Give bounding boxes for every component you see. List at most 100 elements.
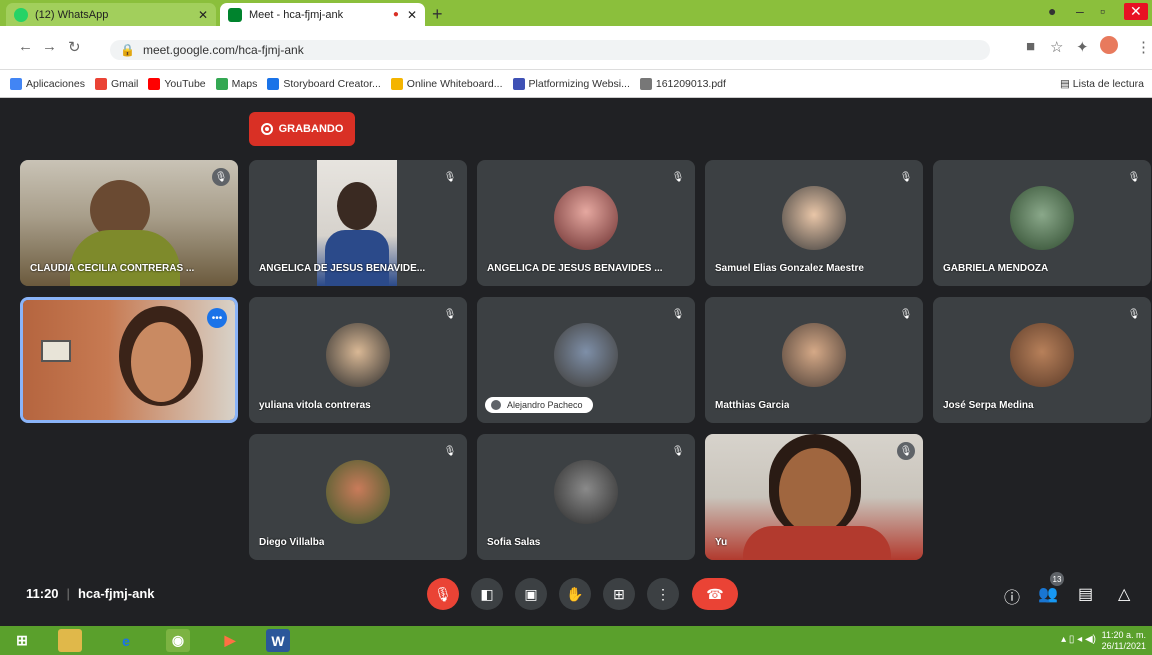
close-icon[interactable]: ✕	[407, 8, 417, 22]
reload-icon[interactable]: ↻	[68, 38, 81, 56]
participant-tile[interactable]: 🎙 yuliana vitola contreras	[249, 297, 467, 423]
participant-name: CLAUDIA CECILIA CONTRERAS ...	[30, 263, 195, 274]
bookmark-apps[interactable]: Aplicaciones	[10, 77, 85, 90]
new-tab-button[interactable]: +	[432, 4, 443, 25]
bookmark-whiteboard[interactable]: Online Whiteboard...	[390, 77, 503, 90]
microphone-button[interactable]: 🎙	[427, 578, 459, 610]
mic-off-icon: 🎙	[899, 171, 913, 183]
url-bar[interactable]: 🔒 meet.google.com/hca-fjmj-ank	[110, 40, 990, 60]
close-window-icon[interactable]: ✕	[1124, 3, 1148, 20]
forward-icon[interactable]: →	[42, 38, 57, 55]
chat-icon[interactable]: ▤	[1078, 584, 1093, 604]
camera-indicator-icon[interactable]: ■	[1026, 38, 1035, 55]
participant-name: Yu	[715, 537, 728, 548]
bookmark-maps[interactable]: Maps	[215, 77, 257, 90]
more-options-button[interactable]: ⋮	[647, 578, 679, 610]
bookmark-storyboard[interactable]: Storyboard Creator...	[267, 77, 381, 90]
taskbar-clock[interactable]: 11:20 a. m. 26/11/2021	[1102, 630, 1146, 652]
participant-tile[interactable]: 🎙 ANGELICA DE JESUS BENAVIDES ...	[477, 160, 695, 286]
minimize-icon[interactable]: –	[1076, 3, 1084, 19]
meeting-code: hca-fjmj-ank	[77, 586, 155, 601]
mic-off-icon: 🎙	[434, 585, 452, 602]
avatar[interactable]	[1100, 36, 1118, 54]
camera-icon: ◧	[480, 585, 494, 602]
present-button[interactable]: ⊞	[603, 578, 635, 610]
mic-off-icon: 🎙	[899, 308, 913, 320]
bookmark-gmail[interactable]: Gmail	[94, 77, 139, 90]
avatar	[554, 460, 618, 524]
star-icon[interactable]: ☆	[1050, 38, 1063, 56]
more-icon: ⋮	[656, 585, 670, 602]
maximize-icon[interactable]: ▫	[1100, 3, 1105, 19]
mic-off-icon: 🎙	[443, 171, 457, 183]
participant-tile[interactable]: 🎙 Yu	[705, 434, 923, 560]
present-icon: ⊞	[613, 585, 625, 602]
leave-call-button[interactable]: ☎	[692, 578, 738, 610]
meet-stage: GRABANDO 🎙 CLAUDIA CECILIA CONTRERAS ...…	[0, 98, 1152, 626]
lock-icon: 🔒	[120, 43, 135, 57]
bookmark-label: YouTube	[164, 77, 206, 90]
file-explorer-icon[interactable]	[58, 629, 82, 652]
participant-tile-self[interactable]: •••	[20, 297, 238, 423]
globe-icon	[639, 77, 652, 90]
mic-off-icon: 🎙	[1127, 308, 1141, 320]
clock-time: 11:20 a. m.	[1101, 630, 1146, 640]
meeting-time: 11:20	[26, 586, 59, 601]
internet-explorer-icon[interactable]: e	[114, 629, 138, 652]
bookmark-label: 161209013.pdf	[655, 77, 726, 90]
video-feed	[23, 300, 235, 420]
bookmark-label: Gmail	[110, 77, 139, 90]
recording-label: GRABANDO	[278, 123, 344, 135]
mic-off-icon: 🎙	[443, 308, 457, 320]
mic-off-icon: 🎙	[671, 445, 685, 457]
participant-name: José Serpa Medina	[943, 400, 1034, 411]
tab-strip: (12) WhatsApp ✕ Meet - hca-fjmj-ank ● ✕ …	[0, 0, 1152, 26]
bookmark-pdf[interactable]: 161209013.pdf	[639, 77, 726, 90]
start-icon[interactable]: ⊞	[10, 629, 34, 652]
reading-list-icon: ▤	[1059, 78, 1073, 90]
participant-tile[interactable]: 🎙 Sofia Salas	[477, 434, 695, 560]
activities-icon[interactable]: △	[1118, 584, 1130, 604]
camera-button[interactable]: ◧	[471, 578, 503, 610]
tab-meet[interactable]: Meet - hca-fjmj-ank ● ✕	[220, 3, 425, 26]
info-icon[interactable]: ⓘ	[1004, 584, 1020, 608]
avatar	[326, 323, 390, 387]
bookmark-platformizing[interactable]: Platformizing Websi...	[512, 77, 630, 90]
participant-name-pill: Alejandro Pacheco	[485, 397, 593, 413]
participant-tile[interactable]: 🎙 Samuel Elias Gonzalez Maestre	[705, 160, 923, 286]
participant-tile[interactable]: 🎙 CLAUDIA CECILIA CONTRERAS ...	[20, 160, 238, 286]
gmail-icon	[94, 77, 107, 90]
avatar	[554, 186, 618, 250]
back-icon[interactable]: ←	[18, 38, 33, 55]
mic-off-icon: 🎙	[212, 168, 230, 186]
extensions-icon[interactable]: ✦	[1076, 38, 1089, 56]
participant-tile[interactable]: 🎙 Diego Villalba	[249, 434, 467, 560]
avatar	[326, 460, 390, 524]
bookmark-label: Platformizing Websi...	[528, 77, 630, 90]
participant-tile[interactable]: 🎙 ANGELICA DE JESUS BENAVIDE...	[249, 160, 467, 286]
bookmark-label: Storyboard Creator...	[283, 77, 381, 90]
participant-tile[interactable]: 🎙 José Serpa Medina	[933, 297, 1151, 423]
profile-icon[interactable]: ●	[1048, 3, 1056, 19]
menu-icon[interactable]: ⋮	[1136, 38, 1151, 56]
close-icon[interactable]: ✕	[198, 8, 208, 22]
media-player-icon[interactable]: ▶	[218, 629, 242, 652]
tab-whatsapp[interactable]: (12) WhatsApp ✕	[6, 3, 216, 26]
participant-tile[interactable]: 🎙 Matthias Garcia	[705, 297, 923, 423]
chrome-icon[interactable]: ◉	[166, 629, 190, 652]
participant-tile[interactable]: 🎙 GABRIELA MENDOZA	[933, 160, 1151, 286]
people-icon[interactable]: 👥	[1038, 584, 1058, 604]
bookmark-youtube[interactable]: YouTube	[148, 77, 206, 90]
captions-button[interactable]: ▣	[515, 578, 547, 610]
participant-tile[interactable]: 🎙 Alejandro Pacheco	[477, 297, 695, 423]
mic-off-icon: 🎙	[897, 442, 915, 460]
word-icon[interactable]: W	[266, 629, 290, 652]
recording-badge: GRABANDO	[249, 112, 355, 146]
participant-name: ANGELICA DE JESUS BENAVIDES ...	[487, 263, 663, 274]
hand-icon: ✋	[566, 585, 584, 602]
system-tray-icons[interactable]: ▴ ▯ ◂ ◀)	[1061, 634, 1096, 645]
avatar	[782, 323, 846, 387]
url-text: meet.google.com/hca-fjmj-ank	[142, 43, 304, 57]
reading-list-button[interactable]: ▤ Lista de lectura	[1060, 78, 1144, 90]
raise-hand-button[interactable]: ✋	[559, 578, 591, 610]
